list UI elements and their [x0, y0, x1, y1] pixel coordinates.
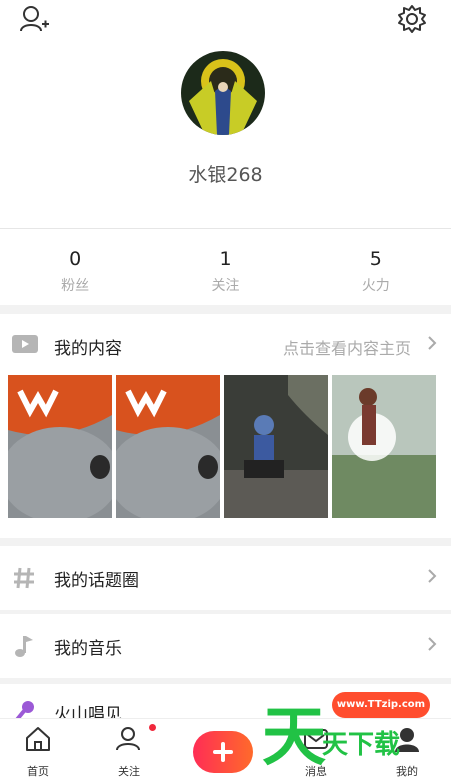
my-music-row[interactable]: 我的音乐	[0, 614, 451, 678]
stat-following[interactable]: 1 关注	[150, 229, 300, 305]
watermark-text: 天下载	[322, 730, 401, 760]
stats-bar: 0 粉丝 1 关注 5 火力	[0, 229, 451, 305]
chevron-right-icon	[427, 636, 437, 656]
stat-fans[interactable]: 0 粉丝	[0, 229, 150, 305]
stat-value: 1	[219, 248, 232, 270]
create-post-button[interactable]	[193, 731, 253, 773]
menu-label: 我的话题圈	[54, 571, 139, 591]
video-thumbnail[interactable]	[332, 375, 436, 518]
nav-label: 我的	[396, 765, 418, 777]
top-bar	[0, 0, 451, 40]
nav-label: 首页	[27, 765, 49, 777]
my-content-title: 我的内容	[54, 339, 122, 359]
watermark-char: 天	[262, 701, 326, 775]
chevron-right-icon	[427, 568, 437, 588]
stat-label: 粉丝	[61, 278, 90, 294]
avatar[interactable]	[181, 51, 265, 135]
watermark-site: www.TTzip.com	[332, 692, 430, 718]
nav-home[interactable]: 首页	[8, 719, 68, 777]
stat-label: 关注	[211, 278, 240, 294]
stat-label: 火力	[361, 278, 390, 294]
view-content-home-link[interactable]: 点击查看内容主页	[283, 335, 411, 359]
my-content-section: 我的内容 点击查看内容主页	[0, 314, 451, 538]
nav-label: 关注	[118, 765, 140, 777]
my-content-header[interactable]: 我的内容 点击查看内容主页	[0, 314, 451, 374]
stat-value: 5	[369, 248, 382, 270]
hashtag-icon	[12, 566, 36, 594]
video-thumbnail[interactable]	[116, 375, 220, 518]
menu-label: 火山唱见	[54, 705, 122, 718]
video-thumbnail[interactable]	[8, 375, 112, 518]
menu-label: 我的音乐	[54, 639, 122, 659]
people-icon	[115, 725, 145, 757]
music-note-icon	[12, 634, 36, 662]
nav-follow[interactable]: 关注	[99, 719, 159, 777]
my-topic-circle-row[interactable]: 我的话题圈	[0, 546, 451, 610]
settings-gear-icon[interactable]	[396, 4, 428, 34]
notification-dot	[149, 724, 156, 731]
video-play-icon	[12, 334, 38, 358]
home-icon	[24, 725, 52, 757]
chevron-right-icon	[427, 335, 437, 355]
stat-fire-power[interactable]: 5 火力	[301, 229, 451, 305]
content-thumbnails	[8, 375, 440, 518]
video-thumbnail[interactable]	[224, 375, 328, 518]
microphone-icon	[12, 700, 36, 718]
add-friend-icon[interactable]	[18, 4, 50, 34]
watermark-logo: 天 www.TTzip.com 天下载	[262, 688, 451, 775]
profile-header: 水银268	[0, 40, 451, 228]
stat-value: 0	[69, 248, 82, 270]
username: 水银268	[188, 164, 263, 186]
